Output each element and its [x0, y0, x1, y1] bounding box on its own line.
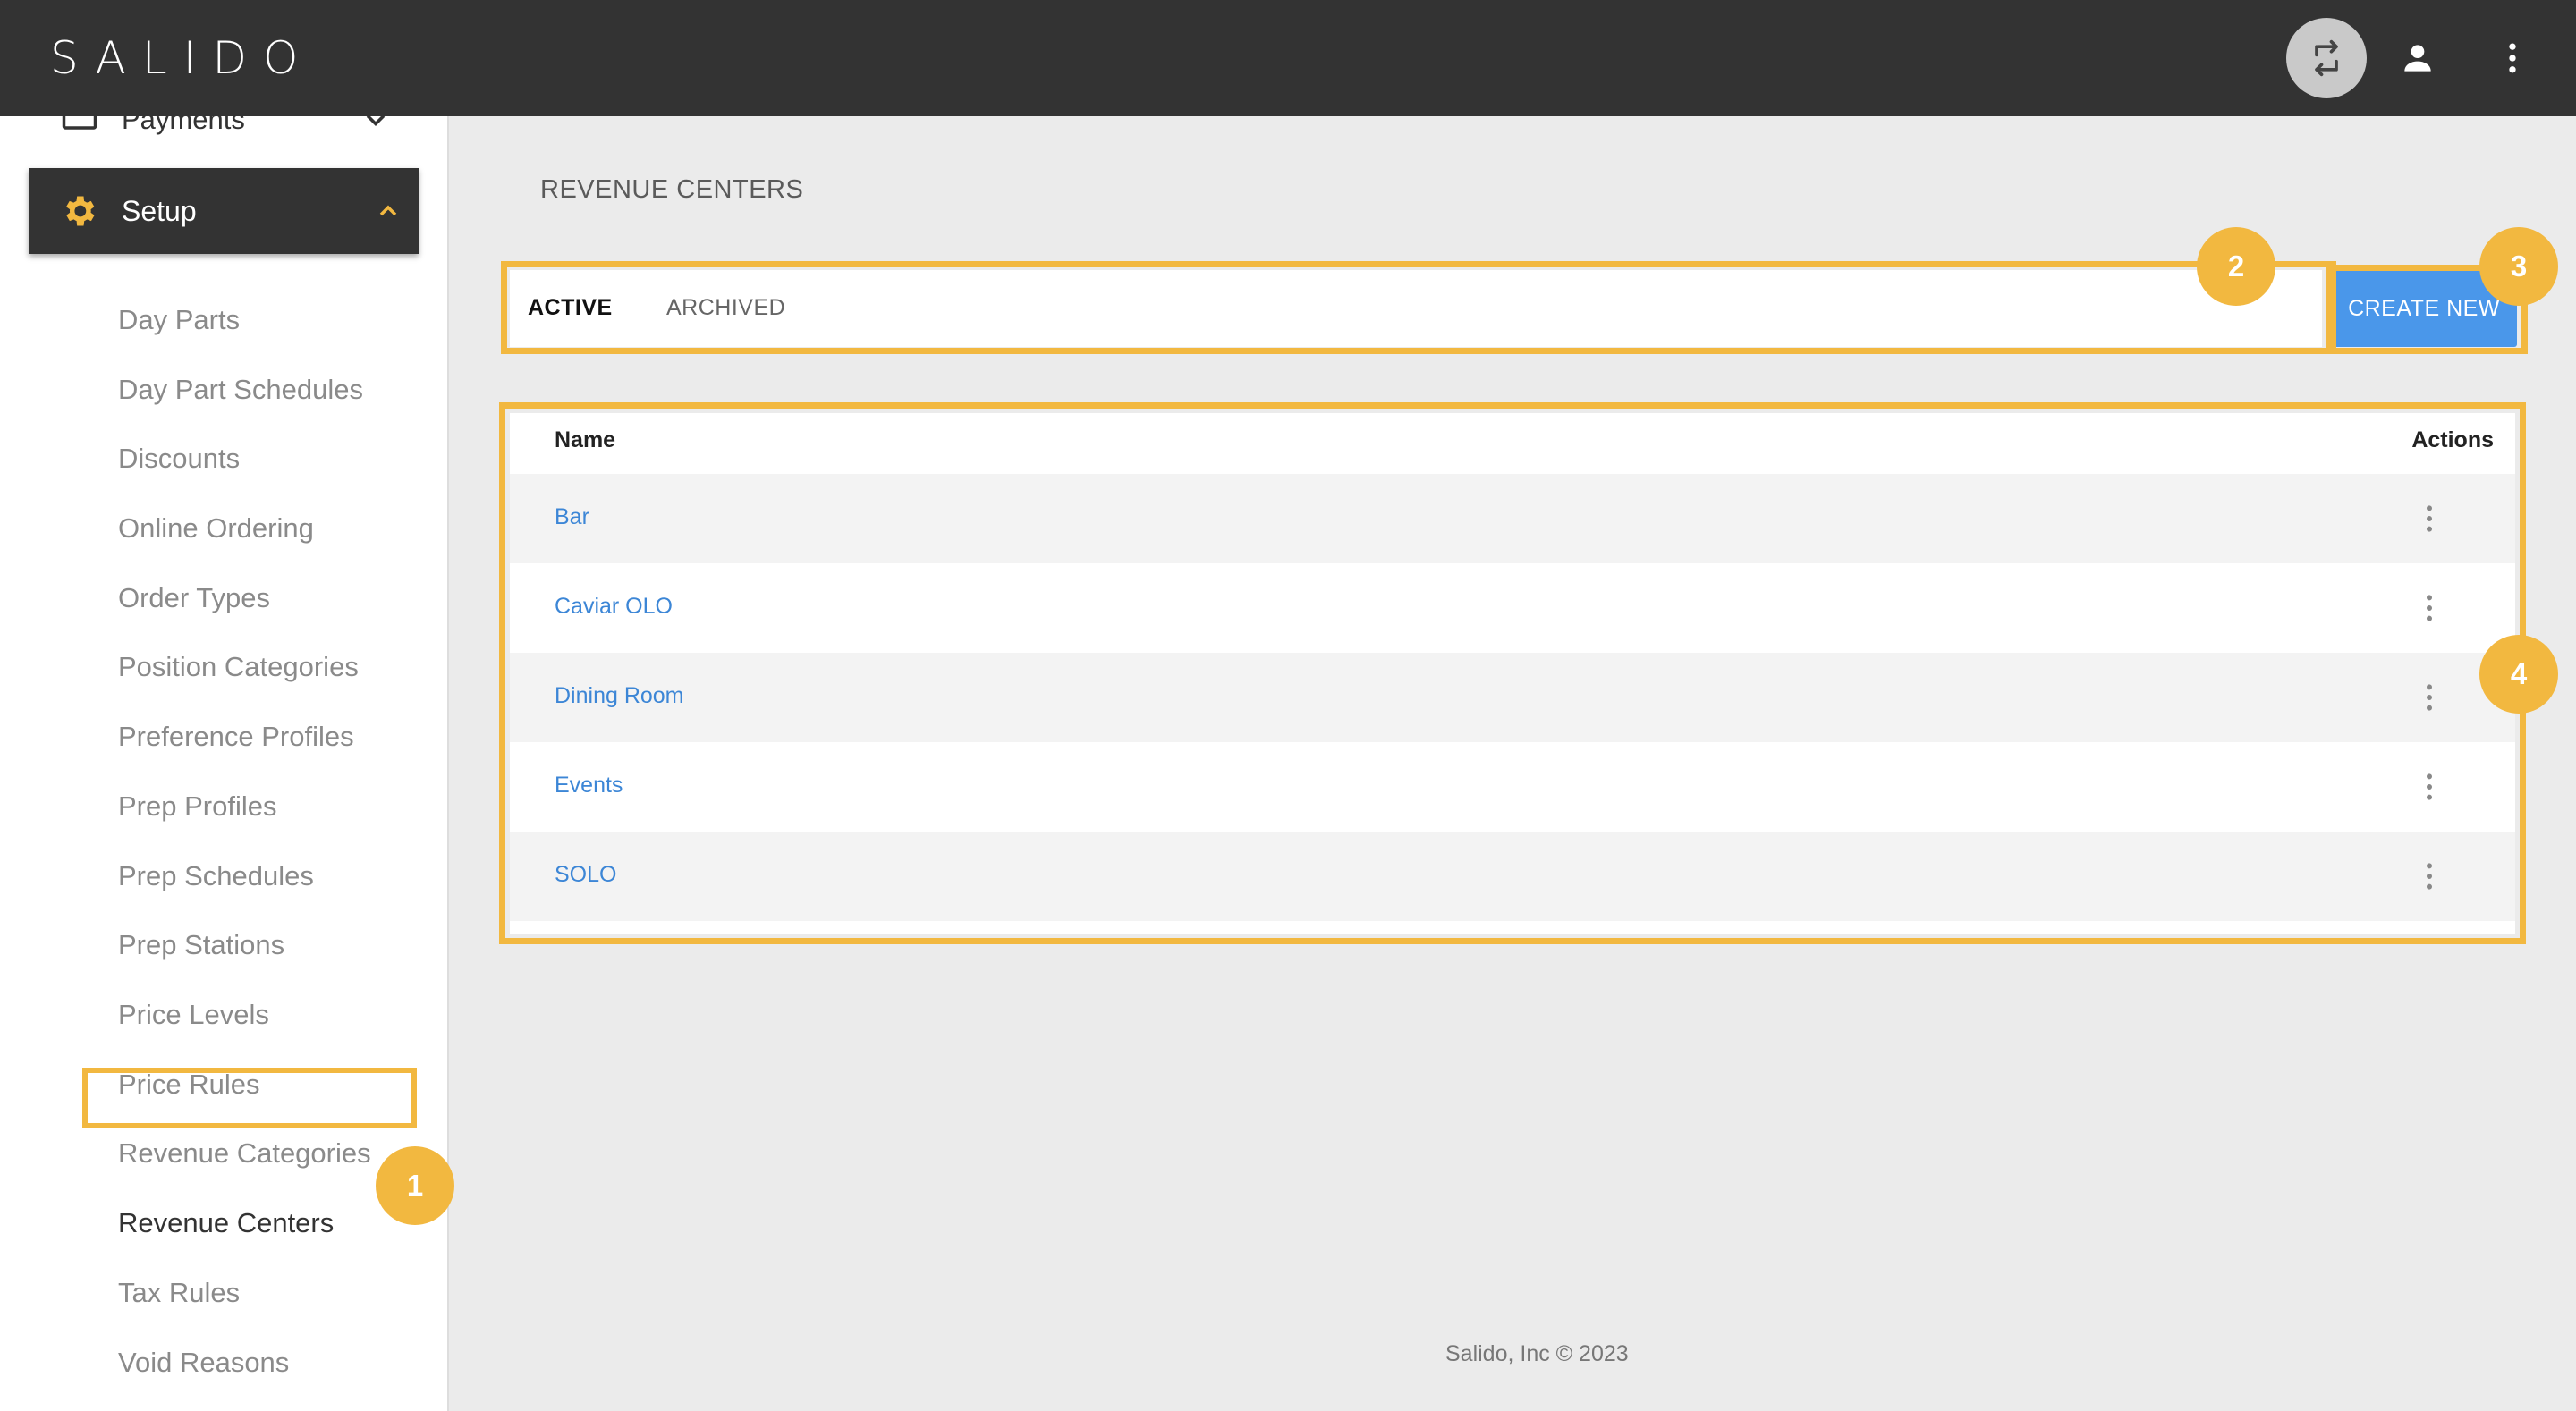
sidebar-item-order-types[interactable]: Order Types	[118, 571, 270, 625]
highlight-tabs	[501, 261, 2336, 354]
more-options-button[interactable]	[2472, 18, 2553, 98]
sidebar-item-preference-profiles[interactable]: Preference Profiles	[118, 710, 354, 764]
sidebar-item-revenue-centers[interactable]: Revenue Centers	[118, 1196, 334, 1250]
swap-icon	[2315, 39, 2338, 77]
chevron-down-icon	[366, 116, 386, 127]
sidebar-item-label: Setup	[122, 195, 197, 227]
sidebar-item-price-levels[interactable]: Price Levels	[118, 988, 269, 1042]
sidebar-item-revenue-categories[interactable]: Revenue Categories	[118, 1127, 371, 1180]
sidebar-item-prep-schedules[interactable]: Prep Schedules	[118, 849, 314, 903]
top-bar: SALIDO	[0, 0, 2576, 116]
highlight-table	[499, 402, 2526, 944]
footer-copyright: Salido, Inc © 2023	[1445, 1341, 1629, 1366]
sidebar-item-void-reasons[interactable]: Void Reasons	[118, 1336, 289, 1390]
gear-icon	[66, 196, 95, 226]
annotation-badge-1: 1	[376, 1146, 454, 1225]
more-vert-icon	[2509, 43, 2516, 73]
switch-location-button[interactable]	[2286, 18, 2367, 98]
chevron-up-icon	[379, 205, 397, 216]
sidebar-item-tax-rules[interactable]: Tax Rules	[118, 1266, 240, 1320]
annotation-badge-4: 4	[2479, 635, 2558, 714]
sidebar-item-payments[interactable]: Payments	[0, 116, 447, 138]
logo-text: SALIDO	[50, 32, 315, 84]
user-account-button[interactable]	[2377, 18, 2458, 98]
user-icon	[2404, 45, 2431, 72]
sidebar-item-label: Payments	[122, 116, 245, 135]
sidebar-item-prep-stations[interactable]: Prep Stations	[118, 918, 284, 972]
annotation-badge-2: 2	[2197, 227, 2275, 306]
credit-card-icon	[62, 116, 97, 130]
annotation-badge-3: 3	[2479, 227, 2558, 306]
sidebar-item-day-part-schedules[interactable]: Day Part Schedules	[118, 363, 363, 417]
sidebar-item-setup[interactable]: Setup	[29, 168, 419, 254]
sidebar-item-online-ordering[interactable]: Online Ordering	[118, 502, 314, 555]
sidebar: Payments Setup Day Parts Day Part Schedu…	[0, 116, 449, 1411]
sidebar-item-discounts[interactable]: Discounts	[118, 432, 240, 486]
salido-logo[interactable]: SALIDO	[50, 29, 314, 88]
highlight-revenue-centers	[82, 1068, 417, 1128]
sidebar-item-day-parts[interactable]: Day Parts	[118, 293, 240, 347]
page-title: REVENUE CENTERS	[540, 175, 804, 204]
sidebar-item-prep-profiles[interactable]: Prep Profiles	[118, 780, 276, 833]
sidebar-item-position-categories[interactable]: Position Categories	[118, 640, 359, 694]
